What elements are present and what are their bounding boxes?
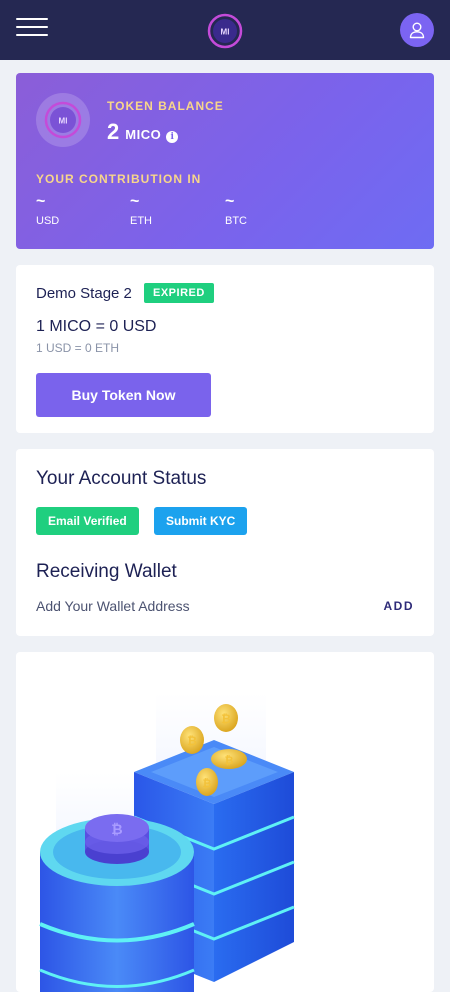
contribution-btc-currency: BTC	[225, 215, 247, 227]
contribution-usd-currency: USD	[36, 215, 60, 227]
svg-text:₿: ₿	[203, 778, 212, 790]
crypto-servers-illustration: ₿ ₿ ₿ ₿ ₿	[39, 692, 295, 992]
email-verified-button[interactable]: Email Verified	[36, 507, 139, 535]
token-balance-card: MI TOKEN BALANCE 2 MICO i YOUR CONTRIBUT…	[16, 73, 434, 249]
bitcoin-coin-icon: ₿	[180, 726, 204, 754]
user-icon	[409, 22, 425, 39]
account-status-title: Your Account Status	[36, 468, 207, 489]
top-navbar: MI	[0, 0, 450, 60]
illustration-card: ₿ ₿ ₿ ₿ ₿	[16, 652, 434, 992]
token-rate-sub: 1 USD = 0 ETH	[36, 341, 120, 355]
add-wallet-link[interactable]: ADD	[384, 599, 415, 613]
token-balance-value: 2	[107, 119, 120, 144]
token-balance-label: TOKEN BALANCE	[107, 99, 224, 113]
contribution-btc-value: ~	[225, 193, 235, 210]
svg-text:₿: ₿	[225, 755, 234, 767]
token-sale-stage-card: Demo Stage 2 EXPIRED 1 MICO = 0 USD 1 US…	[16, 265, 434, 433]
contribution-usd: ~ USD	[36, 193, 60, 228]
info-icon[interactable]: i	[166, 131, 179, 143]
bitcoin-coin-icon: ₿	[196, 768, 218, 796]
user-profile-button[interactable]	[400, 13, 434, 47]
svg-text:₿: ₿	[221, 712, 231, 726]
bitcoin-coin-icon: ₿	[211, 749, 247, 769]
stage-title: Demo Stage 2	[36, 285, 132, 302]
hamburger-menu-icon[interactable]	[16, 18, 48, 42]
brand-logo[interactable]: MI	[207, 13, 243, 49]
status-badge: EXPIRED	[144, 283, 214, 303]
contribution-label: YOUR CONTRIBUTION IN	[36, 172, 202, 186]
bitcoin-coin-icon: ₿	[214, 704, 238, 732]
contribution-usd-value: ~	[36, 193, 46, 210]
token-balance-amount: 2 MICO i	[107, 119, 179, 145]
token-balance-unit: MICO	[125, 127, 162, 142]
contribution-eth: ~ ETH	[130, 193, 152, 228]
receiving-wallet-title: Receiving Wallet	[36, 561, 177, 582]
buy-token-button[interactable]: Buy Token Now	[36, 373, 211, 417]
contribution-eth-value: ~	[130, 193, 140, 210]
submit-kyc-button[interactable]: Submit KYC	[154, 507, 248, 535]
account-status-card: Your Account Status Email Verified Submi…	[16, 449, 434, 636]
contribution-btc: ~ BTC	[225, 193, 247, 228]
token-rate: 1 MICO = 0 USD	[36, 318, 157, 335]
svg-text:₿: ₿	[111, 821, 122, 837]
wallet-address-prompt: Add Your Wallet Address	[36, 598, 190, 614]
svg-text:₿: ₿	[187, 734, 197, 748]
logo-text: MI	[221, 28, 230, 37]
contribution-eth-currency: ETH	[130, 215, 152, 227]
token-logo-text: MI	[59, 117, 68, 126]
token-logo: MI	[36, 93, 90, 147]
